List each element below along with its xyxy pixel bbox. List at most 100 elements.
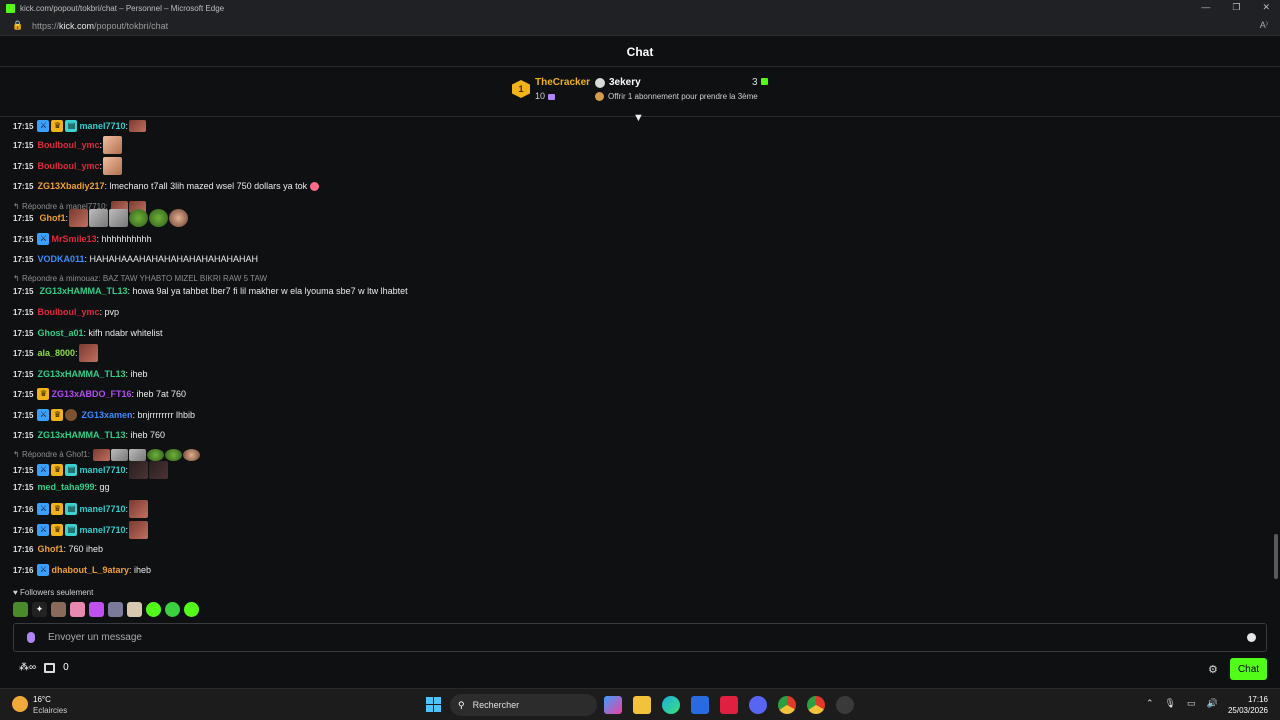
read-aloud-icon[interactable]: A⁾ [1260,20,1268,31]
send-chat-button[interactable]: Chat [1230,658,1267,680]
message-username[interactable]: Ghof1 [39,213,65,223]
subscriber-badge-icon: ▤ [65,503,78,515]
laughing-emoji-icon [310,181,320,191]
colon: : [125,504,129,514]
offer-sub-text[interactable]: Offrir 1 abonnement pour prendre la 3ème [608,92,758,101]
reply-text: Répondre à mimouaz: BAZ TAW YHABTO MIZEL… [21,274,268,283]
message-username[interactable]: ZG13xHAMMA_TL13 [37,430,125,440]
gift-box-icon[interactable] [44,662,56,673]
message-username[interactable]: ZG13xABDO_FT16 [51,389,131,399]
url-text[interactable]: https://kick.com/popout/tokbri/chat [32,21,168,31]
file-explorer-icon[interactable] [633,696,651,714]
emote-icon [129,521,149,539]
face-emote-icon[interactable] [51,602,66,617]
kick-emote-icon[interactable]: ✦ [32,602,47,617]
chevron-up-icon[interactable]: ⌃ [1146,698,1154,709]
settings-gear-icon[interactable]: ⚙ [1208,663,1218,676]
message-text: howa 9al ya tahbet lber7 fi lil makher w… [132,286,408,296]
message-time: 17:15 [13,254,34,264]
browser-titlebar: kick.com/popout/tokbri/chat – Personnel … [0,0,1280,16]
taskbar-clock[interactable]: 17:16 25/03/2026 [1228,694,1268,716]
message-username[interactable]: ZG13xHAMMA_TL13 [39,286,127,296]
message-text: iheb 7at 760 [136,389,187,399]
green-cry-emote-icon[interactable] [184,602,199,617]
reply-context[interactable]: ↰ Répondre à mimouaz: BAZ TAW YHABTO MIZ… [13,274,267,283]
chrome-icon[interactable] [778,696,796,714]
discord-icon[interactable] [749,696,767,714]
chat-message: 17:15 ⚔ ♛ ZG13xamen: bnjrrrrrrrr lhbib [13,409,195,421]
chat-message: 17:16 ⚔ dhabout_L_9atary: iheb [13,564,151,576]
message-input[interactable] [48,632,1198,643]
emote-icon [149,461,169,479]
reply-context[interactable]: ↰ Répondre à Ghof1: [13,449,201,461]
message-time: 17:15 [13,328,34,338]
kick-logo-icon [6,3,15,13]
message-username[interactable]: ZG13Xbadiy217 [37,181,104,191]
message-input-box[interactable] [13,623,1267,652]
kick-points-icon[interactable]: ⁂∞ [19,662,36,673]
pink-emote-icon[interactable] [70,602,85,617]
green-face-emote-icon[interactable] [146,602,161,617]
colon: : [125,525,129,535]
moderator-badge-icon: ⚔ [37,464,50,476]
chat-scrollbar[interactable] [1274,534,1278,579]
emoji-picker-icon[interactable] [1247,633,1256,642]
message-username[interactable]: manel7710 [79,465,125,475]
message-username[interactable]: Ghof1 [37,544,63,554]
store-icon[interactable] [691,696,709,714]
chrome-profile-icon[interactable] [807,696,825,714]
edge-icon[interactable] [662,696,680,714]
message-username[interactable]: Ghost_a01 [37,328,83,338]
message-username[interactable]: VODKA011 [37,254,84,264]
message-username[interactable]: med_taha999 [37,482,94,492]
lock-icon[interactable]: 🔒 [12,20,26,31]
message-username[interactable]: manel7710 [79,525,125,535]
message-username[interactable]: MrSmile13 [51,234,96,244]
crown-badge-icon: ♛ [51,503,64,515]
man-emote-icon[interactable] [127,602,142,617]
message-username[interactable]: dhabout_L_9atary [51,565,129,575]
message-text: hhhhhhhhhh [101,234,152,244]
weather-icon[interactable] [12,696,28,712]
steam-icon[interactable] [836,696,854,714]
windows-start-icon[interactable] [426,697,441,712]
chat-message: 17:15 ZG13Xbadiy217: lmechano t7all 3lih… [13,181,320,191]
chat-message: 17:15 Ghost_a01: kifh ndabr whitelist [13,328,163,338]
weather-condition[interactable]: Eclaircies [33,706,67,715]
taskbar-search[interactable]: ⚲ Rechercher [450,694,597,716]
followers-only-notice: ♥ Followers seulement [13,588,94,597]
network-icon[interactable]: ▭ [1187,698,1196,709]
microphone-tray-icon[interactable]: 🎙 [1165,698,1176,709]
message-username[interactable]: ZG13xHAMMA_TL13 [37,369,125,379]
adobe-icon[interactable] [720,696,738,714]
copilot-icon[interactable] [604,696,622,714]
restore-icon[interactable]: ❐ [1232,2,1240,13]
address-bar[interactable]: 🔒 https://kick.com/popout/tokbri/chat A⁾ [0,16,1280,36]
leader-name[interactable]: TheCracker [535,77,590,88]
leader-count-value: 10 [535,91,546,101]
figure-emote-icon[interactable] [108,602,123,617]
temperature[interactable]: 16°C [33,695,51,704]
followers-label: Followers seulement [19,588,94,597]
minimize-icon[interactable]: — [1201,2,1210,13]
microphone-icon[interactable] [27,632,35,643]
moderator-badge-icon: ⚔ [37,564,50,576]
message-username[interactable]: Boulboul_ymc [37,307,99,317]
volume-icon[interactable]: 🔊 [1207,698,1218,709]
magic-emote-icon[interactable] [89,602,104,617]
emote-icon [93,449,111,461]
green-laugh-emote-icon[interactable] [165,602,180,617]
frog-emote-icon[interactable] [13,602,28,617]
message-text: lmechano t7all 3lih mazed wsel 750 dolla… [109,181,308,191]
message-username[interactable]: Boulboul_ymc [37,161,99,171]
message-username[interactable]: manel7710 [79,504,125,514]
leader-count: 10 [535,91,556,101]
message-username[interactable]: ala_8000 [37,348,75,358]
message-username[interactable]: ZG13xamen [81,410,132,420]
second-name[interactable]: 3ekery [609,77,641,88]
message-username[interactable]: manel7710 [79,121,125,131]
emote-icon [168,209,188,227]
message-username[interactable]: Boulboul_ymc [37,140,99,150]
message-text: bnjrrrrrrrr lhbib [137,410,196,420]
close-icon[interactable]: ✕ [1262,2,1270,13]
